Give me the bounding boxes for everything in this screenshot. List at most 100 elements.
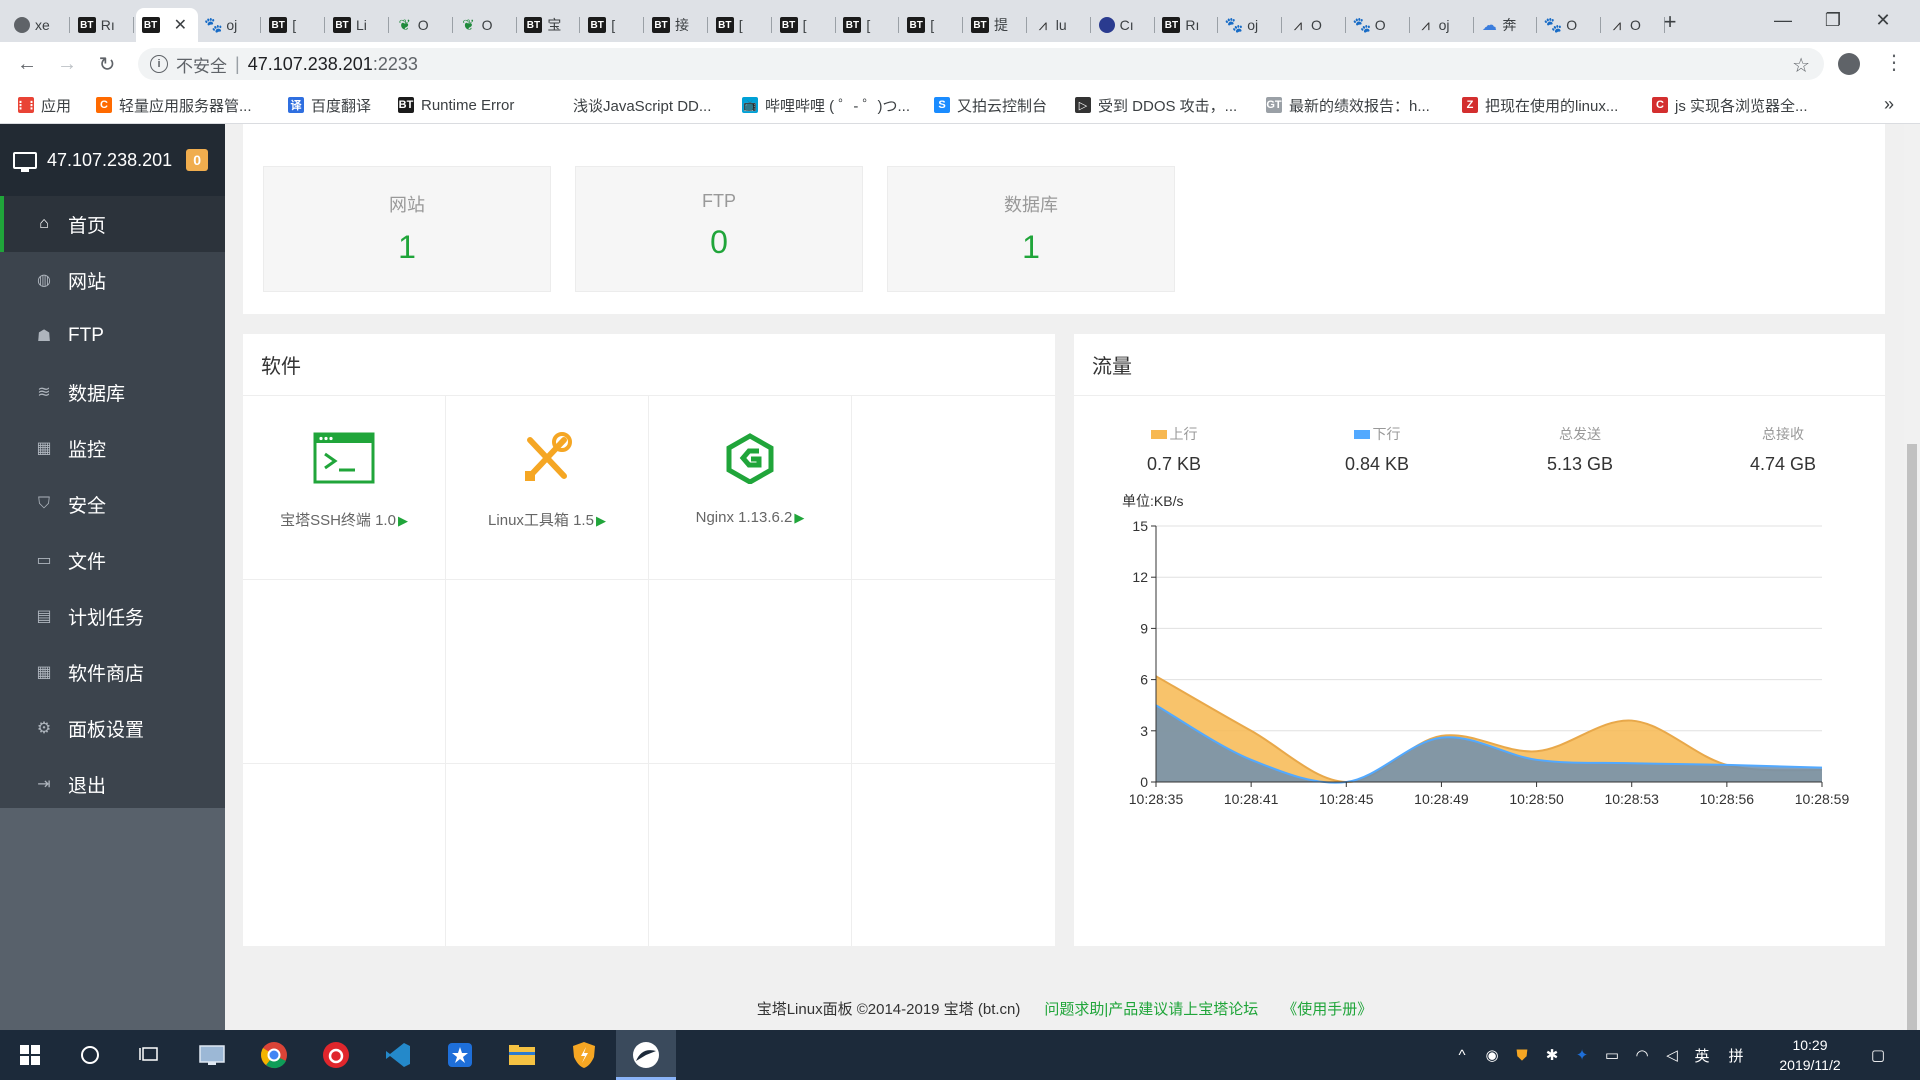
browser-tab[interactable]: BT 宝 [518,8,581,42]
ime-mode[interactable]: 拼 [1726,1045,1746,1065]
browser-tab[interactable]: BT[ [263,8,326,42]
bookmarks-overflow-icon[interactable]: » [1884,94,1894,115]
address-bar[interactable]: i 不安全 | 47.107.238.201 :2233 ☆ [138,48,1824,80]
bookmark-item[interactable]: GT 最新的绩效报告：h... [1266,94,1430,116]
bookmark-item[interactable]: C 轻量应用服务器管... [96,94,252,116]
browser-tab[interactable]: xe [8,8,70,42]
reload-button[interactable]: ↻ [92,49,122,79]
bookmark-item[interactable]: S 又拍云控制台 [934,94,1047,116]
wifi-icon[interactable]: ◠ [1632,1045,1652,1065]
vscode-icon[interactable] [368,1030,428,1080]
stat-websites[interactable]: 网站 1 [263,166,551,292]
sidebar-item[interactable]: ☗ FTP [0,308,225,364]
security-shield-icon[interactable] [554,1030,614,1080]
back-button[interactable]: ← [12,49,42,79]
sidebar-item[interactable]: ▦ 软件商店 [0,644,225,700]
sidebar-item[interactable]: ⚙ 面板设置 [0,700,225,756]
pinned-app-icon[interactable] [430,1030,490,1080]
browser-tab[interactable]: BT 提 [965,8,1027,42]
software-item-nginx[interactable]: Nginx 1.13.6.2 ▶ [649,396,852,580]
bookmark-item[interactable]: 译百度翻译 [288,94,371,116]
scrollbar-thumb[interactable] [1907,444,1917,1030]
baota-panel-app-icon[interactable] [616,1030,676,1080]
tray-shield-icon[interactable]: ⛊ [1512,1045,1532,1065]
bookmark-item[interactable]: 浅谈JavaScript DD... [550,94,711,116]
browser-tab[interactable]: BT[ [582,8,645,42]
system-clock[interactable]: 10:29 2019/11/2 [1760,1035,1860,1075]
sidebar-item[interactable]: ⇥ 退出 [0,756,225,812]
bookmark-item[interactable]: 📺 哔哩哔哩 ( ゜- ゜)つ... [742,94,910,116]
browser-tab[interactable]: BT[ [774,8,836,42]
bookmark-item[interactable]: ▷ 受到 DDOS 攻击，... [1075,94,1237,116]
sidebar-item[interactable]: ≋ 数据库 [0,364,225,420]
stat-database[interactable]: 数据库 1 [887,166,1175,292]
notification-badge[interactable]: 0 [186,149,209,171]
browser-tab[interactable]: 🐾 O [1348,8,1410,42]
sidebar-item[interactable]: ⛉ 安全 [0,476,225,532]
browser-tab[interactable]: ⩘ lu [1029,8,1091,42]
manual-link[interactable]: 《使用手册》 [1282,998,1372,1019]
browser-tab[interactable]: BT[ [710,8,772,42]
bookmark-item[interactable]: Cjs 实现各浏览器全... [1652,94,1808,116]
page-scrollbar[interactable] [1904,124,1920,1030]
browser-menu-icon[interactable]: ⋮ [1884,50,1904,75]
browser-tab[interactable]: ☁ 奔 [1475,8,1538,42]
sidebar-item[interactable]: ▭ 文件 [0,532,225,588]
battery-icon[interactable]: ▭ [1602,1045,1622,1065]
sidebar-item[interactable]: ▦ 监控 [0,420,225,476]
browser-tab[interactable]: 🐾 oj [1220,8,1283,42]
computer-app-icon[interactable] [182,1030,242,1080]
browser-tab[interactable]: BT Rı [1156,8,1219,42]
browser-tab[interactable]: BT[ [837,8,900,42]
bookmark-item[interactable]: ⋮⋮ 应用 [15,94,71,116]
new-tab-button[interactable]: + [1655,8,1685,36]
software-item-toolbox[interactable]: Linux工具箱 1.5 ▶ [446,396,649,580]
browser-tab[interactable]: BT Rı [72,8,134,42]
browser-tab[interactable]: BT 接 [646,8,708,42]
forum-link[interactable]: 问题求助|产品建议请上宝塔论坛 [1044,998,1258,1019]
forward-button[interactable]: → [52,49,82,79]
software-item-ssh[interactable]: 宝塔SSH终端 1.0 ▶ [243,396,446,580]
windows-start-icon[interactable] [0,1030,60,1080]
volume-icon[interactable]: ◁ [1662,1045,1682,1065]
browser-tab[interactable]: 🐾 oj [199,8,262,42]
browser-tab[interactable]: ⩘ O [1284,8,1346,42]
sidebar-item[interactable]: ◍ 网站 [0,252,225,308]
browser-tab[interactable]: ⩘ oj [1412,8,1474,42]
browser-tab[interactable]: 🐾 O [1539,8,1602,42]
cortana-search-icon[interactable] [60,1030,120,1080]
tab-title: [ [802,17,807,33]
notification-center-icon[interactable]: ▢ [1868,1045,1888,1065]
browser-tab[interactable]: ❦ O [455,8,517,42]
close-window-button[interactable]: ✕ [1860,4,1906,36]
file-explorer-icon[interactable] [492,1030,552,1080]
play-icon[interactable]: ▶ [398,513,408,528]
play-icon[interactable]: ▶ [794,510,804,525]
task-view-icon[interactable] [120,1030,180,1080]
restore-button[interactable]: ❐ [1810,4,1856,36]
browser-tab[interactable]: BT Li [327,8,389,42]
sidebar-item-label: 计划任务 [68,607,145,629]
tray-app-icon[interactable]: ✦ [1572,1045,1592,1065]
info-icon[interactable]: i [150,55,168,73]
show-hidden-icons-icon[interactable]: ^ [1452,1045,1472,1065]
minimize-button[interactable]: — [1760,4,1806,36]
stat-ftp[interactable]: FTP 0 [575,166,863,292]
bookmark-item[interactable]: BT Runtime Error [398,94,514,116]
tray-record-icon[interactable]: ◉ [1482,1045,1502,1065]
chrome-icon[interactable] [244,1030,304,1080]
profile-avatar-icon[interactable] [1838,53,1860,75]
browser-tab[interactable]: ❦ O [391,8,453,42]
sidebar-item[interactable]: ▤ 计划任务 [0,588,225,644]
ime-language[interactable]: 英 [1692,1045,1712,1065]
tray-gear-icon[interactable]: ✱ [1542,1045,1562,1065]
browser-tab[interactable]: BT[ [901,8,964,42]
sidebar-item[interactable]: ⌂ 首页 [0,196,225,252]
bookmark-star-icon[interactable]: ☆ [1792,53,1810,78]
bookmark-item[interactable]: Z 把现在使用的linux... [1462,94,1618,116]
browser-tab[interactable]: Cı [1093,8,1155,42]
netease-music-icon[interactable] [306,1030,366,1080]
tab-close-icon[interactable]: ✕ [174,15,187,35]
play-icon[interactable]: ▶ [596,513,606,528]
browser-tab[interactable]: BT ✕ [135,8,198,42]
